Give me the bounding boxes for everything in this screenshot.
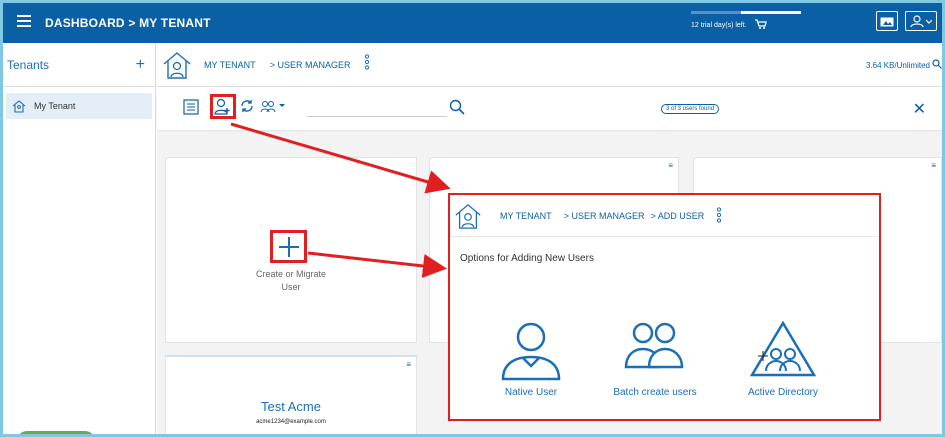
sync-icon[interactable] <box>239 99 255 118</box>
sidebar-item-label: My Tenant <box>34 101 76 111</box>
batch-create-option[interactable]: Batch create users <box>590 321 720 398</box>
app-title: DASHBOARD > MY TENANT <box>45 16 211 30</box>
popup-crumb-user-manager[interactable]: > USER MANAGER <box>564 211 645 221</box>
users-found-badge: 3 of 3 users found <box>661 104 720 114</box>
card-menu-icon[interactable]: ≡ <box>931 161 936 170</box>
popup-crumb-add-user: > ADD USER <box>650 210 705 221</box>
card-menu-icon[interactable]: ≡ <box>406 360 411 369</box>
popup-crumb-tenant[interactable]: MY TENANT <box>500 211 552 221</box>
active-directory-label: Active Directory <box>747 387 818 398</box>
batch-users-icon <box>624 322 684 369</box>
batch-create-label: Batch create users <box>613 387 697 398</box>
add-user-highlight-box <box>210 94 236 119</box>
add-tenant-button[interactable]: + <box>136 56 145 74</box>
sidebar: Tenants + My Tenant <box>3 43 156 434</box>
add-user-popup: MY TENANT > USER MANAGER > ADD USER Opti… <box>448 193 881 421</box>
search-input[interactable] <box>307 99 447 117</box>
list-view-icon[interactable] <box>183 99 199 120</box>
trial-progress-bar <box>691 11 801 14</box>
user-card-test-acme[interactable]: ≡ Test Acme acme1234@example.com <box>165 355 417 434</box>
create-user-label: Create or Migrate User <box>255 269 327 292</box>
sidebar-heading: Tenants <box>7 57 50 72</box>
tenant-home-icon <box>455 203 481 229</box>
breadcrumb-user-manager: > USER MANAGER <box>269 59 351 70</box>
close-button[interactable]: ✕ <box>913 99 926 119</box>
user-icon <box>910 15 932 27</box>
groups-dropdown-icon[interactable] <box>259 99 287 118</box>
folder-button[interactable] <box>876 11 898 31</box>
native-user-option[interactable]: Native User <box>466 321 596 398</box>
native-user-label: Native User <box>504 387 558 398</box>
image-folder-icon <box>880 17 894 26</box>
sidebar-item-my-tenant[interactable]: My Tenant <box>6 93 152 119</box>
help-pill-button[interactable] <box>17 431 95 434</box>
sidebar-header: Tenants + <box>3 43 155 87</box>
hamburger-menu-icon[interactable] <box>17 15 31 27</box>
top-bar: DASHBOARD > MY TENANT 12 trial day(s) le… <box>3 3 942 43</box>
trial-days-text: 12 trial day(s) left. <box>691 22 747 29</box>
trial-progress-fill <box>740 11 801 14</box>
more-options-icon[interactable] <box>716 206 722 225</box>
user-name: Test Acme <box>261 399 321 414</box>
create-user-highlight-box <box>270 230 307 263</box>
home-icon <box>12 99 26 113</box>
storage-usage: 3.64 KB/Unlimited <box>865 61 930 70</box>
breadcrumb-tenant[interactable]: MY TENANT <box>204 60 256 70</box>
card-menu-icon[interactable]: ≡ <box>668 161 673 170</box>
popup-title: Options for Adding New Users <box>460 253 594 264</box>
active-directory-icon <box>749 320 817 377</box>
more-options-icon[interactable] <box>364 54 370 75</box>
native-user-icon <box>501 322 561 381</box>
toolbar: 3 of 3 users found ✕ <box>157 87 942 131</box>
cart-icon[interactable] <box>755 19 767 32</box>
app-window: DASHBOARD > MY TENANT 12 trial day(s) le… <box>0 0 945 437</box>
breadcrumb: MY TENANT > USER MANAGER 3.64 KB/Unlimit… <box>157 43 942 87</box>
popup-breadcrumb: MY TENANT > USER MANAGER > ADD USER <box>450 195 879 237</box>
user-menu-button[interactable] <box>905 11 937 31</box>
tenant-home-icon <box>163 51 191 79</box>
search-icon[interactable] <box>449 99 465 120</box>
active-directory-option[interactable]: Active Directory <box>718 320 848 398</box>
user-email: acme1234@example.com <box>256 419 326 425</box>
search-icon[interactable] <box>932 59 942 69</box>
